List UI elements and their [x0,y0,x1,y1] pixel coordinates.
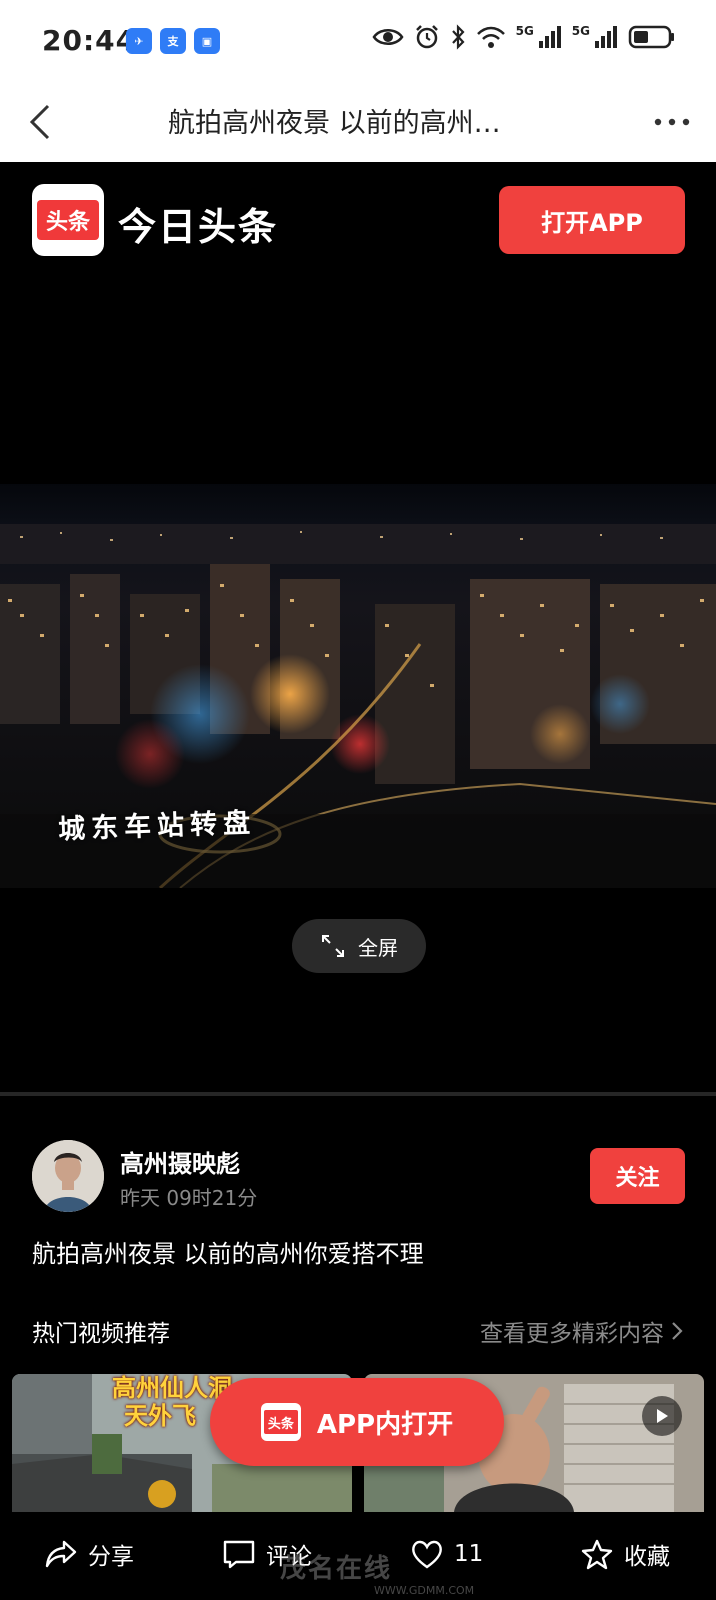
back-icon[interactable] [22,100,62,144]
open-in-app-button[interactable]: 头条 APP内打开 [210,1378,504,1466]
alipay-notification-icon: 支 [160,28,186,54]
wifi-icon [476,26,505,48]
bluetooth-icon [451,24,465,50]
video-frame[interactable]: 城东车站转盘 [0,484,716,888]
share-button[interactable]: 分享 [44,1532,134,1576]
favorite-button[interactable]: 收藏 [580,1532,670,1576]
share-icon [45,1540,77,1568]
app-notification-icon: ✈ [126,28,152,54]
author-avatar[interactable] [32,1140,104,1212]
more-icon[interactable] [652,112,692,132]
signal-icon [595,26,617,48]
video-player[interactable]: 城东车站转盘 全屏 [0,282,716,1092]
status-bar: 20:44 ✈ 支 ▣ 5G 5G [0,0,716,82]
phone-manager-icon: ▣ [194,28,220,54]
video-caption: 城东车站转盘 [57,807,257,846]
favorite-label: 收藏 [624,1544,670,1570]
toutiao-logo-text: 头条 [263,1410,298,1434]
more-content-label: 查看更多精彩内容 [480,1321,664,1347]
star-icon [581,1539,613,1570]
page-title: 航拍高州夜景 以前的高州… [168,108,501,139]
like-count: 11 [454,1541,484,1567]
brand-name: 今日头条 [118,205,279,249]
network-type-1: 5G [515,24,534,38]
thumb-title-line2: 天外飞 [124,1401,196,1430]
eye-icon [372,29,404,45]
alarm-icon [415,25,438,49]
toutiao-banner: 头条 今日头条 打开APP [0,162,716,282]
open-in-app-label: APP内打开 [316,1409,454,1440]
section-divider [0,1092,716,1096]
nav-bar: 航拍高州夜景 以前的高州… [0,82,716,162]
site-watermark-url: WWW.GDMM.COM [374,1584,475,1597]
heart-icon [412,1540,442,1569]
author-name[interactable]: 高州摄映彪 [120,1144,240,1179]
status-icons: 5G 5G [372,24,676,50]
more-content-link[interactable]: 查看更多精彩内容 [480,1314,684,1348]
comment-icon [223,1540,255,1569]
expand-icon [322,935,344,957]
play-icon[interactable] [642,1396,682,1436]
fullscreen-label: 全屏 [358,935,398,960]
toutiao-logo-text: 头条 [37,200,99,240]
open-app-button[interactable]: 打开APP [499,186,685,254]
chevron-right-icon [672,1322,683,1340]
fullscreen-button[interactable]: 全屏 [292,919,426,973]
status-app-icons: ✈ 支 ▣ [126,28,220,54]
post-text: 航拍高州夜景 以前的高州你爱搭不理 [32,1240,424,1268]
battery-icon [628,25,674,49]
toutiao-logo: 头条 [32,184,104,256]
follow-button[interactable]: 关注 [590,1148,685,1204]
toutiao-logo: 头条 [260,1403,301,1441]
signal-icon [538,26,561,48]
site-watermark: 茂名在线 [280,1554,393,1584]
post-time: 昨天 09时21分 [120,1186,258,1210]
share-label: 分享 [88,1544,134,1570]
status-time: 20:44 [42,24,137,57]
recommend-title: 热门视频推荐 [32,1321,170,1347]
network-type-2: 5G [571,24,590,38]
like-button[interactable]: 11 [410,1532,483,1576]
